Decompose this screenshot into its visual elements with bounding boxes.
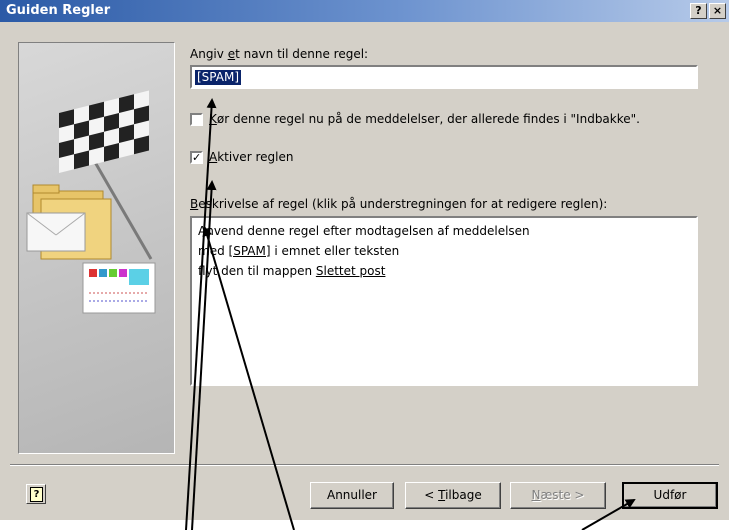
- separator-highlight: [10, 465, 719, 466]
- run-now-label: Kør denne regel nu på de meddelelser, de…: [209, 112, 640, 126]
- rule-name-label: Angiv et navn til denne regel:: [190, 47, 369, 61]
- close-button[interactable]: ×: [709, 3, 726, 19]
- description-line: flyt den til mappen Slettet post: [198, 264, 386, 278]
- title-bar: Guiden Regler ? ×: [0, 0, 729, 22]
- rule-name-value: [SPAM]: [195, 70, 242, 85]
- back-button[interactable]: < Tilbage: [405, 482, 501, 509]
- rules-wizard-dialog: Guiden Regler ? × Angiv et navn til denn…: [0, 0, 729, 520]
- deleted-items-folder-link[interactable]: Slettet post: [316, 264, 386, 278]
- next-button[interactable]: Næste >: [510, 482, 606, 509]
- description-line: Anvend denne regel efter modtagelsen af …: [198, 224, 530, 238]
- run-now-option[interactable]: Kør denne regel nu på de meddelelser, de…: [190, 112, 640, 126]
- rule-description-label: Beskrivelse af regel (klik på understreg…: [190, 197, 608, 211]
- activate-rule-checkbox[interactable]: ✓: [190, 150, 203, 164]
- finish-button[interactable]: Udfør: [622, 482, 718, 509]
- description-line: med [SPAM] i emnet eller teksten: [198, 244, 400, 258]
- activate-rule-option[interactable]: ✓ Aktiver reglen: [190, 150, 293, 164]
- rule-name-input[interactable]: [SPAM]: [190, 65, 698, 89]
- help-icon: ?: [30, 487, 43, 502]
- wizard-side-panel: [18, 42, 175, 454]
- window-title: Guiden Regler: [6, 3, 111, 18]
- run-now-checkbox[interactable]: [190, 112, 203, 126]
- cancel-button[interactable]: Annuller: [310, 482, 394, 509]
- activate-rule-label: Aktiver reglen: [209, 150, 294, 164]
- help-button[interactable]: ?: [26, 484, 46, 504]
- rule-description-box: Anvend denne regel efter modtagelsen af …: [190, 216, 698, 386]
- checkered-flag-folders-illustration: [26, 90, 156, 314]
- help-title-button[interactable]: ?: [690, 3, 707, 19]
- spam-words-link[interactable]: [SPAM]: [229, 244, 271, 258]
